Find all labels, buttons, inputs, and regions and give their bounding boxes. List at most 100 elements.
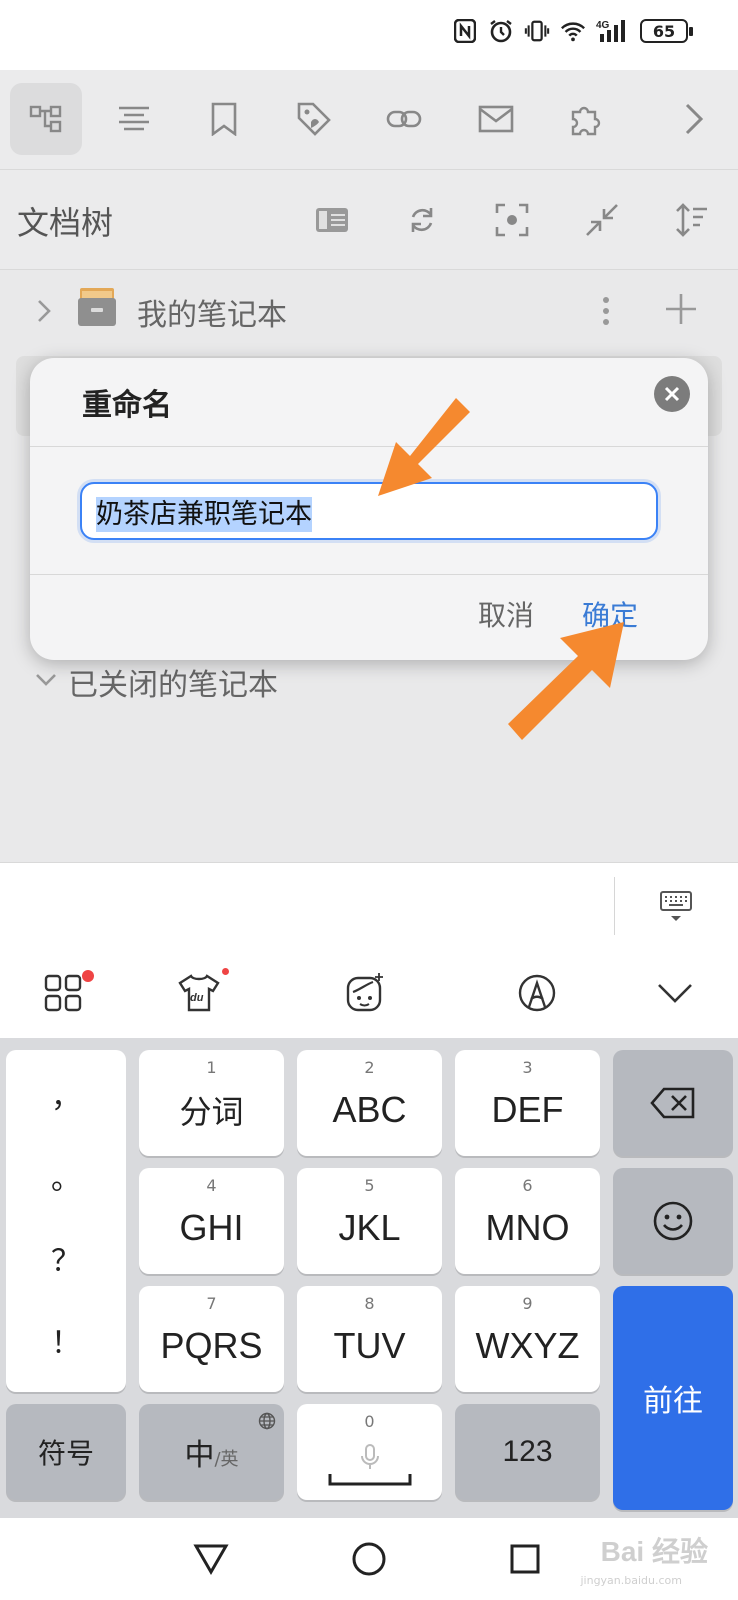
- lang-sub-label: /英: [214, 1449, 239, 1470]
- key-5[interactable]: 5 JKL: [297, 1168, 442, 1274]
- backlink-tab[interactable]: [368, 83, 440, 155]
- doc-tree-tab[interactable]: [10, 83, 82, 155]
- symbols-key[interactable]: 符号: [6, 1404, 126, 1500]
- key-1[interactable]: 1 分词: [139, 1050, 284, 1156]
- plugin-tab[interactable]: [550, 83, 622, 155]
- back-triangle-icon: [193, 1544, 229, 1575]
- backspace-key[interactable]: [613, 1050, 733, 1156]
- watermark-logo: Bai 经验: [600, 1536, 708, 1567]
- plugin-icon: [571, 106, 601, 136]
- link-icon: [386, 110, 422, 128]
- microphone-icon: [360, 1444, 379, 1469]
- notification-dot: [82, 970, 94, 982]
- skin-button[interactable]: du: [174, 968, 229, 1018]
- emoji-key[interactable]: [613, 1168, 733, 1274]
- more-vertical-icon[interactable]: [602, 296, 610, 326]
- recents-square-icon: [510, 1544, 540, 1574]
- close-button[interactable]: [654, 376, 690, 412]
- vibrate-icon: [524, 18, 550, 44]
- recents-button[interactable]: [502, 1536, 548, 1582]
- collapse-button[interactable]: [582, 200, 622, 240]
- go-key[interactable]: 前往: [613, 1286, 733, 1510]
- key-3[interactable]: 3 DEF: [455, 1050, 600, 1156]
- refresh-icon: [411, 208, 433, 232]
- avatar-face-icon: [346, 973, 383, 1012]
- keyboard-input-strip: [0, 862, 738, 948]
- dialog-title: 重命名: [82, 388, 172, 423]
- alarm-icon: [488, 18, 514, 44]
- doc-tree-icon: [29, 105, 62, 133]
- punct-comma[interactable]: ，: [6, 1072, 126, 1116]
- collapse-icon: [586, 204, 618, 236]
- back-button[interactable]: [188, 1536, 234, 1582]
- numbers-key-label: 123: [502, 1435, 553, 1468]
- doc-tree-title: 文档树: [17, 204, 114, 242]
- emoji-face-button[interactable]: [340, 968, 390, 1018]
- arrow-to-confirm-icon: [508, 622, 624, 740]
- panel-icon: [316, 208, 348, 232]
- status-bar: 4G 65: [0, 0, 738, 70]
- symbols-key-label: 符号: [37, 1437, 94, 1470]
- key-2[interactable]: 2 ABC: [297, 1050, 442, 1156]
- refresh-button[interactable]: [402, 200, 442, 240]
- svg-text:du: du: [190, 992, 204, 1004]
- handwriting-button[interactable]: [512, 968, 562, 1018]
- sort-button[interactable]: [672, 200, 712, 240]
- key-9[interactable]: 9 WXYZ: [455, 1286, 600, 1392]
- lang-main-label: 中: [184, 1438, 215, 1473]
- backspace-icon: [650, 1087, 695, 1119]
- language-switch-key[interactable]: 中/英: [139, 1404, 284, 1500]
- key-6[interactable]: 6 MNO: [455, 1168, 600, 1274]
- outline-tab[interactable]: [98, 83, 170, 155]
- home-button[interactable]: [346, 1536, 392, 1582]
- space-key[interactable]: 0: [297, 1404, 442, 1500]
- watermark-url: jingyan.baidu.com: [580, 1574, 682, 1587]
- pen-circle-icon: [518, 974, 556, 1012]
- focus-icon: [495, 203, 529, 237]
- punct-period[interactable]: 。: [6, 1154, 126, 1198]
- rename-input[interactable]: 奶茶店兼职笔记本: [80, 482, 658, 540]
- focus-button[interactable]: [492, 200, 532, 240]
- open-sidebar-button[interactable]: [312, 200, 352, 240]
- notebook-label: 我的笔记本: [137, 298, 287, 333]
- sort-icon: [676, 203, 707, 237]
- apps-grid-icon: [44, 974, 82, 1012]
- tag-tab[interactable]: [278, 83, 350, 155]
- hide-keyboard-button[interactable]: [650, 968, 700, 1018]
- battery-indicator: 65: [640, 19, 693, 43]
- bookmark-tab[interactable]: [188, 83, 260, 155]
- doc-tree-header: 文档树: [0, 170, 738, 270]
- go-key-label: 前往: [643, 1384, 703, 1419]
- chevron-right-icon: [38, 300, 51, 322]
- key-8[interactable]: 8 TUV: [297, 1286, 442, 1392]
- navigation-bar: Bai 经验 jingyan.baidu.com: [0, 1518, 738, 1600]
- key-4[interactable]: 4 GHI: [139, 1168, 284, 1274]
- rename-input-value: 奶茶店兼职笔记本: [96, 497, 312, 532]
- punctuation-column[interactable]: ， 。 ？ ！: [6, 1050, 126, 1392]
- divider: [30, 446, 708, 447]
- chevron-down-icon: [658, 984, 692, 1003]
- notebook-row[interactable]: 我的笔记本: [0, 272, 738, 352]
- key-7[interactable]: 7 PQRS: [139, 1286, 284, 1392]
- smiley-icon: [653, 1201, 693, 1241]
- nfc-icon: [452, 18, 478, 44]
- punct-exclaim[interactable]: ！: [6, 1318, 126, 1362]
- tag-icon: [297, 102, 331, 136]
- numbers-key[interactable]: 123: [455, 1404, 600, 1500]
- rename-dialog: 重命名 奶茶店兼职笔记本 取消 确定: [30, 358, 708, 660]
- outline-icon: [119, 106, 149, 131]
- bookmark-icon: [211, 102, 237, 136]
- apps-button[interactable]: [38, 968, 94, 1018]
- keyboard-toolbar: du: [0, 948, 738, 1038]
- signal-4g-icon: 4G: [596, 18, 630, 44]
- inbox-tab[interactable]: [460, 83, 532, 155]
- notification-dot: [222, 968, 229, 975]
- keyboard-toggle-button[interactable]: [656, 883, 696, 929]
- closed-notebooks-label: 已关闭的笔记本: [68, 668, 278, 703]
- more-tabs-button[interactable]: [658, 83, 730, 155]
- status-icons: 4G 65: [452, 18, 693, 44]
- chevron-right-icon: [685, 103, 704, 135]
- punct-question[interactable]: ？: [6, 1236, 126, 1280]
- space-bar-icon: [328, 1474, 411, 1486]
- add-icon[interactable]: [664, 292, 698, 326]
